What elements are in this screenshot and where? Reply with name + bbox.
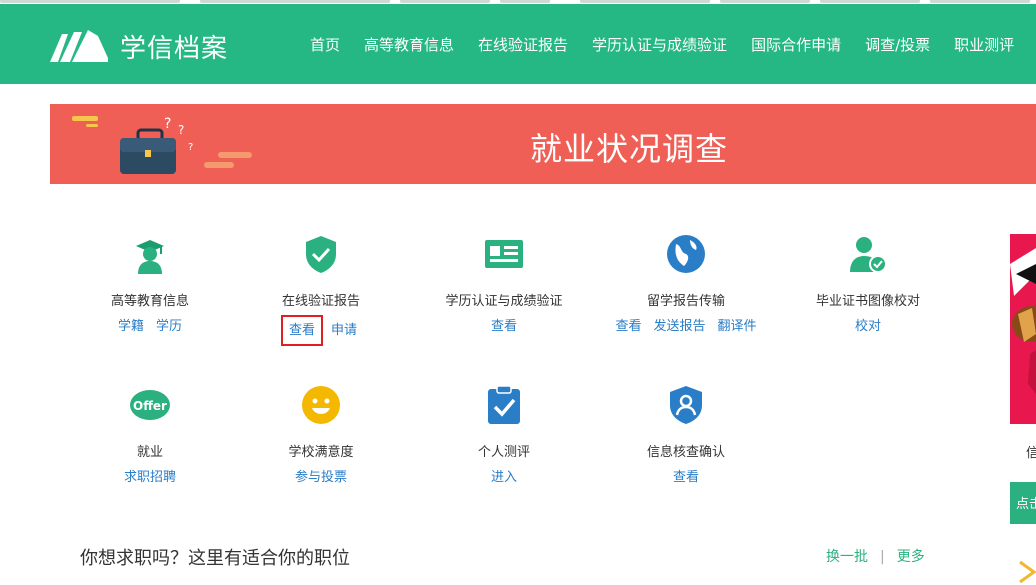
link-degree[interactable]: 学历: [156, 319, 182, 334]
divider: |: [880, 549, 885, 565]
link-apply-report[interactable]: 申请: [331, 323, 357, 338]
service-links: 进入: [404, 466, 604, 485]
link-view-transfer[interactable]: 查看: [615, 319, 641, 334]
svg-text:?: ?: [178, 123, 184, 137]
side-ad-image[interactable]: [1010, 234, 1036, 424]
shield-check-icon: [306, 236, 336, 273]
logo-book-icon: [50, 30, 108, 62]
graduate-icon: [136, 240, 164, 274]
service-name: 就业: [136, 445, 163, 460]
nav-survey[interactable]: 调查/投票: [865, 34, 930, 55]
service-links: 查看 申请: [221, 315, 421, 346]
more-jobs-link[interactable]: 更多: [897, 549, 925, 565]
service-name: 学校满意度: [288, 445, 354, 460]
nav-certification[interactable]: 学历认证与成绩验证: [592, 34, 727, 55]
link-enter-test[interactable]: 进入: [491, 470, 517, 485]
nav-international[interactable]: 国际合作申请: [751, 34, 841, 55]
side-click-button[interactable]: 点击: [1010, 482, 1036, 524]
banner-title: 就业状况调查: [530, 130, 729, 168]
service-name: 毕业证书图像校对: [815, 294, 920, 309]
service-links: 求职招聘: [50, 466, 250, 485]
link-student-status[interactable]: 学籍: [118, 319, 144, 334]
offer-icon: Offer: [130, 390, 170, 420]
nav-online-report[interactable]: 在线验证报告: [478, 34, 568, 55]
service-links: 参与投票: [221, 466, 421, 485]
logo-text: 学信档案: [120, 33, 229, 64]
link-vote[interactable]: 参与投票: [295, 470, 347, 485]
side-text: 信: [1026, 446, 1036, 461]
link-job-search[interactable]: 求职招聘: [124, 470, 176, 485]
nav-higher-education[interactable]: 高等教育信息: [364, 34, 454, 55]
service-links: 学籍 学历: [50, 315, 250, 334]
link-view-report[interactable]: 查看: [280, 315, 323, 346]
smiley-icon: [302, 386, 340, 424]
link-translation[interactable]: 翻译件: [718, 319, 757, 334]
refresh-jobs-link[interactable]: 换一批: [826, 549, 868, 565]
link-proofread[interactable]: 校对: [855, 319, 881, 334]
service-links: 查看: [404, 315, 604, 334]
service-links: 校对: [768, 315, 968, 334]
link-view-certification[interactable]: 查看: [491, 319, 517, 334]
briefcase-icon: ? ? ?: [72, 116, 252, 174]
service-name: 信息核查确认: [646, 445, 725, 460]
link-send-report[interactable]: 发送报告: [653, 319, 705, 334]
svg-text:Offer: Offer: [133, 399, 167, 413]
clipboard-check-icon: [488, 385, 520, 424]
jobs-section-title: 你想求职吗？这里有适合你的职位: [80, 548, 350, 569]
nav-career-test[interactable]: 职业测评: [954, 34, 1014, 55]
user-check-icon: [850, 237, 887, 273]
service-name: 留学报告传输: [646, 294, 725, 309]
jobs-actions: 换一批 | 更多: [826, 546, 925, 566]
service-links: 查看: [586, 466, 786, 485]
service-name: 学历认证与成绩验证: [445, 294, 563, 309]
survey-banner[interactable]: ? ? ? 就业状况调查: [50, 104, 1036, 184]
shield-user-icon: [670, 386, 702, 424]
globe-icon: [667, 235, 705, 273]
service-grid: 高等教育信息 学籍 学历 在线验证报告 查看 申请 学历认证与成绩验证 查看 留…: [50, 184, 990, 514]
nav-home[interactable]: 首页: [310, 34, 340, 55]
logo[interactable]: 学信档案: [48, 26, 228, 66]
side-envelope-icon[interactable]: [1018, 558, 1036, 585]
ad-graphic: [1010, 248, 1036, 394]
main-nav: 首页 高等教育信息 在线验证报告 学历认证与成绩验证 国际合作申请 调查/投票 …: [310, 34, 1036, 55]
service-name: 高等教育信息: [110, 294, 189, 309]
site-header: 学信档案 首页 高等教育信息 在线验证报告 学历认证与成绩验证 国际合作申请 调…: [0, 4, 1036, 84]
link-view-verify[interactable]: 查看: [673, 470, 699, 485]
service-name: 在线验证报告: [281, 294, 360, 309]
service-links: 查看 发送报告 翻译件: [586, 315, 786, 334]
id-card-icon: [485, 240, 523, 268]
svg-text:?: ?: [164, 116, 171, 132]
service-name: 个人测评: [477, 445, 530, 460]
svg-text:?: ?: [188, 142, 193, 153]
